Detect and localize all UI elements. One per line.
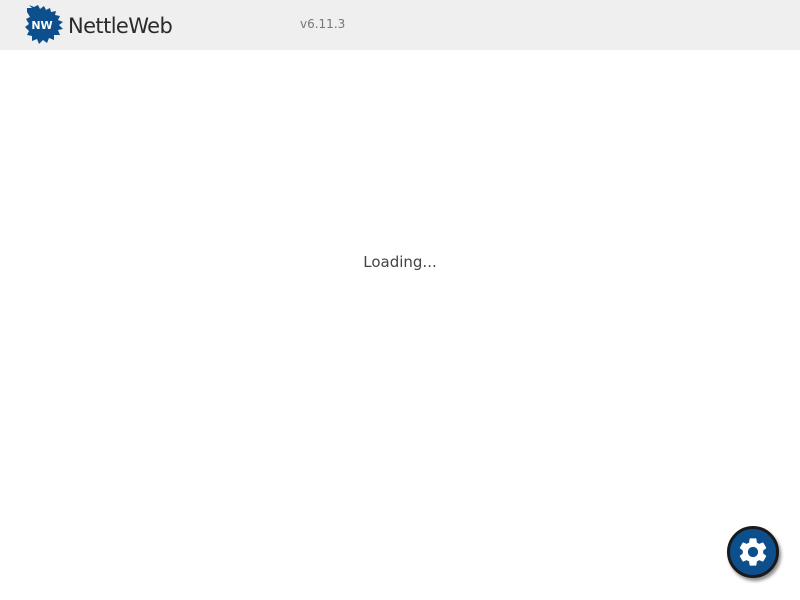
version-label: v6.11.3	[300, 17, 346, 31]
loading-message: Loading...	[363, 253, 437, 271]
logo-link[interactable]: NW NettleWeb	[25, 5, 173, 45]
app-name: NettleWeb	[68, 13, 173, 38]
app-page: NW NettleWeb v6.11.3 Loading...	[0, 0, 800, 600]
settings-button[interactable]	[727, 526, 779, 578]
header-bar: NW NettleWeb v6.11.3	[0, 0, 800, 50]
leaf-logo-icon: NW	[25, 5, 63, 44]
gear-icon	[739, 538, 767, 566]
logo-badge-text: NW	[31, 19, 52, 32]
